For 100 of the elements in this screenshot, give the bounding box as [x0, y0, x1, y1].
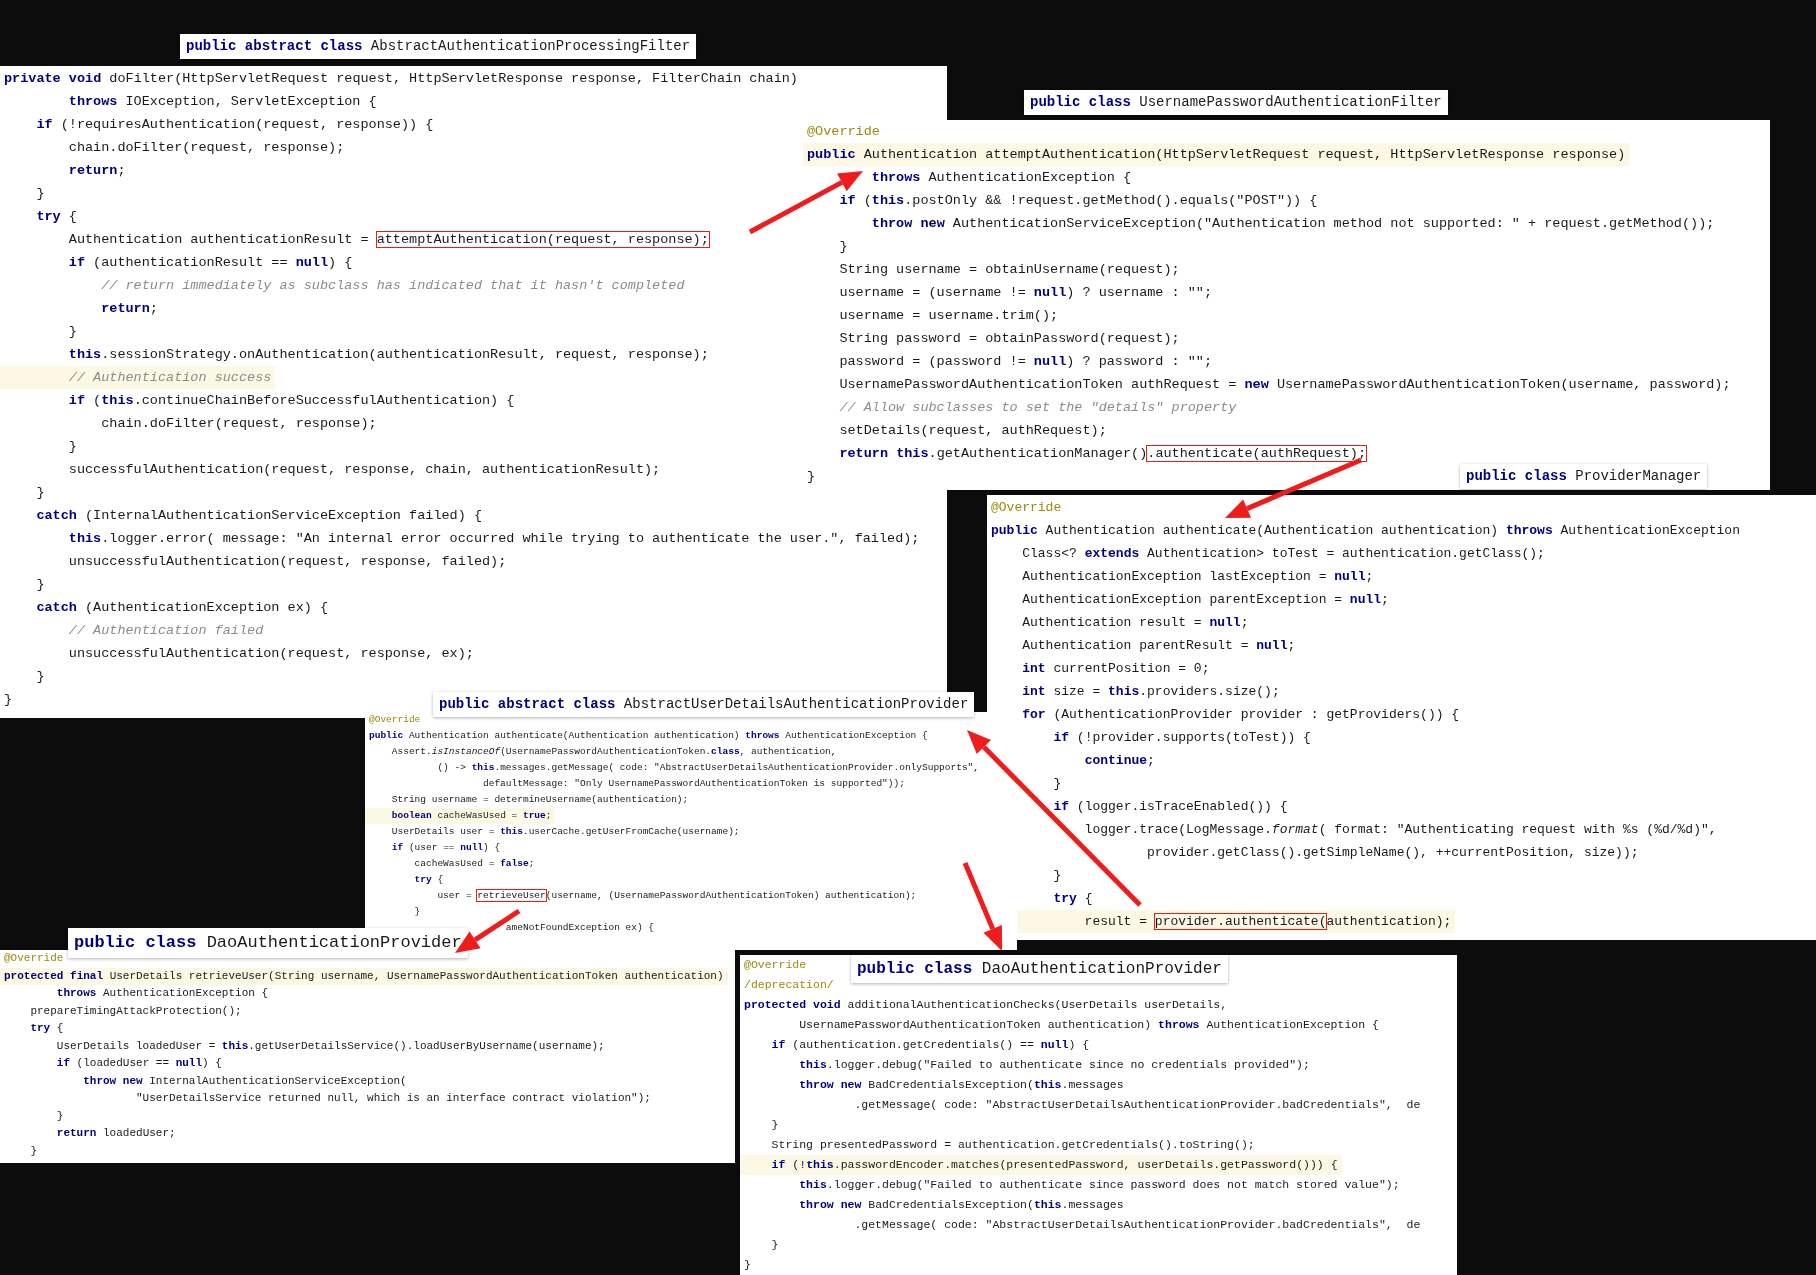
code-line: unsuccessfulAuthentication(request, response, ex); [67, 645, 475, 663]
code-line: } [1052, 867, 1063, 885]
code-line: String presentedPassword = authentication.getCredentials().toString(); [770, 1137, 1256, 1153]
code-line: password = (password != null) ? password : ""; [838, 353, 1214, 371]
code-line: AuthenticationException lastException = null; [1021, 568, 1375, 586]
code-line: int size = this.providers.size(); [1021, 683, 1281, 701]
code-line: catch (InternalAuthenticationServiceException failed) { [35, 507, 483, 525]
code-line: try { [35, 208, 78, 226]
code-line: try { [1052, 890, 1094, 908]
code-line: String password = obtainPassword(request); [838, 330, 1181, 348]
code-line: throw new BadCredentialsException(this.messages [798, 1197, 1125, 1213]
code-line: "UserDetailsService returned null, which is an interface contract violation"); [135, 1091, 652, 1106]
code-line: .getMessage( code: "AbstractUserDetailsAuthenticationProvider.badCredentials", de [853, 1097, 1422, 1113]
code-line: chain.doFilter(request, response); [100, 415, 378, 433]
code-line: username = (username != null) ? username : ""; [838, 284, 1214, 302]
code-line: .getMessage( code: "AbstractUserDetailsAuthenticationProvider.badCredentials", de [853, 1217, 1422, 1233]
code-line: } [743, 1257, 752, 1273]
code-line: provider.getClass().getSimpleName(), ++currentPosition, size)); [1146, 844, 1640, 862]
code-line: throws AuthenticationException { [55, 986, 270, 1001]
code-line: logger.trace(LogMessage.format( format: "Authenticating request with %s (%d/%d)", [1083, 821, 1718, 839]
code-line: if (this.postOnly && !request.getMethod().equals("POST")) { [838, 192, 1319, 210]
code-line: } [67, 323, 78, 341]
code-line: protected void additionalAuthenticationChecks(UserDetails userDetails, [743, 997, 1229, 1013]
class-title: public abstract class AbstractAuthenticationProcessingFilter [180, 34, 697, 59]
code-line: String username = obtainUsername(request); [838, 261, 1181, 279]
code-line: // Authentication failed [67, 622, 265, 640]
code-line: } [3, 691, 14, 709]
code-line: UserDetails user = this.userCache.getUserFromCache(username); [390, 825, 741, 839]
code-line: for (AuthenticationProvider provider : getProviders()) { [1021, 706, 1461, 724]
code-line: continue; [1083, 752, 1156, 770]
code-line: throws IOException, ServletException { [67, 93, 378, 111]
code-line: } [838, 238, 849, 256]
code-line: } [67, 438, 78, 456]
code-line: this.sessionStrategy.onAuthentication(authenticationResult, request, response); [67, 346, 710, 364]
code-line: try { [413, 873, 445, 887]
code-line: Authentication parentResult = null; [1021, 637, 1297, 655]
code-line: public Authentication authenticate(Authentication authentication) throws AuthenticationException [990, 522, 1741, 540]
code-line: if (logger.isTraceEnabled()) { [1052, 798, 1289, 816]
code-line: return; [100, 300, 159, 318]
class-title: public class UsernamePasswordAuthenticationFilter [1024, 90, 1448, 115]
code-line: successfulAuthentication(request, response, chain, authenticationResult); [67, 461, 662, 479]
code-line: catch (AuthenticationException ex) { [35, 599, 330, 617]
code-line: return loadedUser; [55, 1126, 177, 1141]
code-line: throw new InternalAuthenticationServiceException( [82, 1073, 408, 1089]
code-line: defaultMessage: "Only UsernamePasswordAuthenticationToken is supported")); [482, 777, 906, 791]
code-line: /deprecation/ [743, 977, 835, 993]
code-line: Authentication authenticationResult = attemptAuthentication(request, response); [67, 231, 710, 249]
code-line: this.logger.debug("Failed to authenticate since password does not match stored value"); [798, 1177, 1401, 1193]
code-line: username = username.trim(); [838, 307, 1060, 325]
code-line: String username = determineUsername(authentication); [390, 793, 690, 807]
code-line: ameNotFoundException ex) { [504, 921, 656, 935]
code-line: return this.getAuthenticationManager().authenticate(authRequest); [838, 445, 1368, 463]
code-line: @Override [3, 951, 65, 966]
code-line: } [35, 668, 46, 686]
code-line: Class<? extends Authentication> toTest = authentication.getClass(); [1021, 545, 1546, 563]
code-line: Assert.isInstanceOf(UsernamePasswordAuthenticationToken.class, authentication, [390, 745, 838, 759]
code-line: chain.doFilter(request, response); [67, 139, 346, 157]
code-line: int currentPosition = 0; [1021, 660, 1211, 678]
code-line: this.logger.error( message: "An internal error occurred while trying to authenticate the user.", failed); [67, 530, 921, 548]
code-line: user = retrieveUser(username, (UsernamePasswordAuthenticationToken) authentication); [436, 889, 918, 903]
code-line: } [35, 484, 46, 502]
code-line: @Override [368, 713, 422, 727]
code-line: UsernamePasswordAuthenticationToken authentication) throws AuthenticationException { [798, 1017, 1380, 1033]
code-line: UserDetails loadedUser = this.getUserDetailsService().loadUserByUsername(username); [55, 1038, 606, 1054]
code-line: this.logger.debug("Failed to authenticate since no credentials provided"); [798, 1057, 1311, 1073]
code-line: if (!requiresAuthentication(request, response)) { [35, 116, 435, 134]
code-line: Authentication result = null; [1021, 614, 1250, 632]
code-line: } [413, 905, 422, 919]
code-line: setDetails(request, authRequest); [838, 422, 1108, 440]
code-line: UsernamePasswordAuthenticationToken authRequest = new UsernamePasswordAuthenticationToken(username, password); [838, 376, 1732, 394]
code-line: return; [67, 162, 127, 180]
code-line: } [35, 185, 46, 203]
code-line: } [29, 1143, 38, 1159]
code-line: @Override [990, 499, 1063, 517]
code-line: private void doFilter(HttpServletRequest request, HttpServletResponse response, FilterChain chain) [3, 70, 799, 88]
class-title: public class DaoAuthenticationProvider [851, 955, 1228, 983]
code-line: if (user == null) { [390, 841, 502, 855]
code-line: if (loadedUser == null) { [55, 1056, 223, 1071]
code-line: } [55, 1108, 65, 1124]
code-line: } [806, 468, 817, 486]
code-line: throws AuthenticationException { [870, 169, 1133, 187]
code-line: @Override [806, 123, 881, 141]
code-line: if (authenticationResult == null) { [67, 254, 354, 272]
code-line: if (!provider.supports(toTest)) { [1052, 729, 1312, 747]
class-title: public abstract class AbstractUserDetailsAuthenticationProvider [433, 692, 975, 717]
code-line: // Allow subclasses to set the "details" property [838, 399, 1238, 417]
code-line: } [1052, 775, 1063, 793]
code-line: prepareTimingAttackProtection(); [29, 1003, 243, 1019]
code-line: () -> this.messages.getMessage( code: "AbstractUserDetailsAuthenticationProvider.onlySupports", [436, 761, 981, 775]
code-line: if (authentication.getCredentials() == null) { [770, 1037, 1091, 1053]
class-title: public class DaoAuthenticationProvider [68, 928, 468, 958]
code-line: unsuccessfulAuthentication(request, response, failed); [67, 553, 508, 571]
code-line: throw new BadCredentialsException(this.messages [798, 1077, 1125, 1093]
code-line: throw new AuthenticationServiceException("Authentication method not supported: " + request.getMethod()); [870, 215, 1716, 233]
code-line: } [770, 1117, 780, 1133]
code-line: AuthenticationException parentException = null; [1021, 591, 1390, 609]
code-line: // return immediately as subclass has indicated that it hasn't completed [100, 277, 686, 295]
code-line: } [770, 1237, 780, 1253]
code-line: @Override [743, 957, 808, 973]
class-title: public class ProviderManager [1460, 464, 1708, 489]
